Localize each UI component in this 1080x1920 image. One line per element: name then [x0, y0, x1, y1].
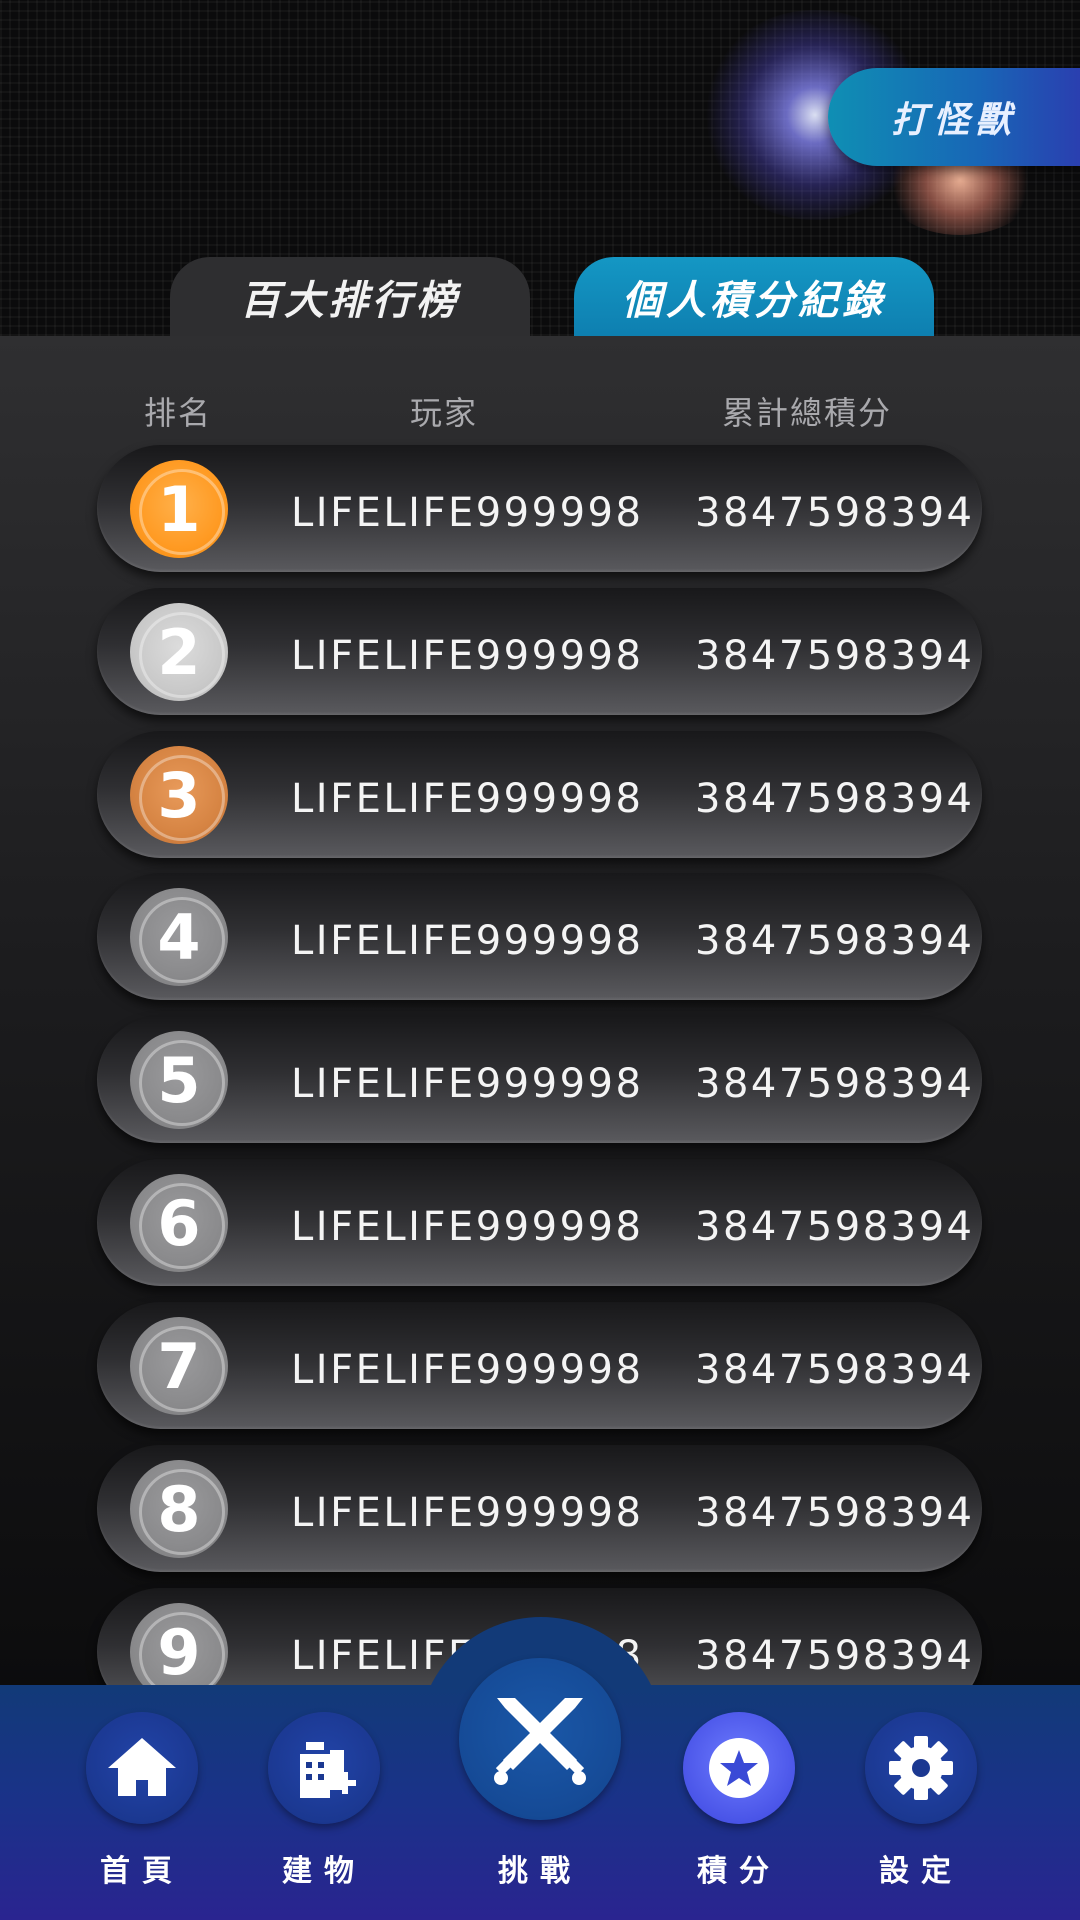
table-row[interactable]: 4 LIFELIFE999998 3847598394 — [97, 873, 982, 1000]
column-header-total-score: 累計總積分 — [722, 394, 893, 432]
nav-home-label[interactable]: 首頁 — [42, 1846, 242, 1890]
swords-icon — [494, 1698, 586, 1785]
table-row[interactable]: 1 LIFELIFE999998 3847598394 — [97, 445, 982, 572]
nav-building-button[interactable] — [268, 1712, 380, 1824]
table-row[interactable]: 3 LIFELIFE999998 3847598394 — [97, 731, 982, 858]
player-score: 3847598394 — [695, 1061, 975, 1107]
nav-home-button[interactable] — [86, 1712, 198, 1824]
header: 打怪獸 百大排行榜 個人積分紀錄 — [0, 0, 1080, 336]
column-header-player: 玩家 — [410, 394, 479, 432]
player-name: LIFELIFE999998 — [291, 1204, 644, 1250]
player-score: 3847598394 — [695, 633, 975, 679]
building-icon — [300, 1742, 356, 1798]
column-header-rank: 排名 — [144, 394, 213, 432]
player-score: 3847598394 — [695, 490, 975, 536]
rank-medal-gold: 1 — [130, 460, 228, 558]
player-name: LIFELIFE999998 — [291, 490, 644, 536]
player-score: 3847598394 — [695, 1347, 975, 1393]
player-score: 3847598394 — [695, 1490, 975, 1536]
tab-personal-score-record[interactable]: 個人積分紀錄 — [574, 257, 934, 336]
table-row[interactable]: 8 LIFELIFE999998 3847598394 — [97, 1445, 982, 1572]
player-name: LIFELIFE999998 — [291, 633, 644, 679]
player-score: 3847598394 — [695, 776, 975, 822]
player-score: 3847598394 — [695, 918, 975, 964]
rank-medal-silver: 2 — [130, 603, 228, 701]
table-row[interactable]: 7 LIFELIFE999998 3847598394 — [97, 1302, 982, 1429]
rank-medal: 6 — [130, 1174, 228, 1272]
rank-medal-bronze: 3 — [130, 746, 228, 844]
player-name: LIFELIFE999998 — [291, 776, 644, 822]
gear-icon — [889, 1736, 953, 1800]
rank-medal: 8 — [130, 1460, 228, 1558]
nav-challenge-button[interactable] — [459, 1658, 621, 1820]
home-icon — [108, 1738, 176, 1796]
table-row[interactable]: 2 LIFELIFE999998 3847598394 — [97, 588, 982, 715]
fight-monster-button[interactable]: 打怪獸 — [828, 68, 1080, 166]
nav-score-button[interactable] — [683, 1712, 795, 1824]
star-badge-icon — [709, 1738, 769, 1798]
nav-settings-button[interactable] — [865, 1712, 977, 1824]
nav-building-label[interactable]: 建物 — [224, 1846, 424, 1890]
player-name: LIFELIFE999998 — [291, 1490, 644, 1536]
player-name: LIFELIFE999998 — [291, 918, 644, 964]
nav-score-label[interactable]: 積分 — [639, 1846, 839, 1890]
rank-medal: 7 — [130, 1317, 228, 1415]
nav-settings-label[interactable]: 設定 — [821, 1846, 1021, 1890]
player-name: LIFELIFE999998 — [291, 1061, 644, 1107]
table-row[interactable]: 6 LIFELIFE999998 3847598394 — [97, 1159, 982, 1286]
rank-medal: 5 — [130, 1031, 228, 1129]
player-score: 3847598394 — [695, 1204, 975, 1250]
tab-top-100-leaderboard[interactable]: 百大排行榜 — [170, 257, 530, 336]
nav-challenge-label[interactable]: 挑戰 — [440, 1846, 640, 1890]
table-row[interactable]: 5 LIFELIFE999998 3847598394 — [97, 1016, 982, 1143]
rank-medal: 4 — [130, 888, 228, 986]
player-name: LIFELIFE999998 — [291, 1347, 644, 1393]
